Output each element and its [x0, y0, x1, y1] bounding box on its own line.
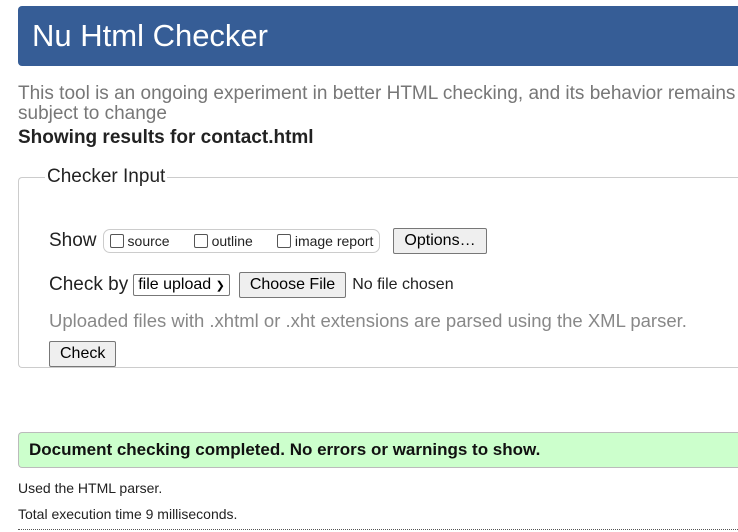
show-label: Show [49, 230, 97, 251]
show-options: source outline image report [102, 229, 381, 253]
file-status: No file chosen [352, 276, 454, 293]
page-header: Nu Html Checker [18, 6, 738, 66]
checker-input-legend: Checker Input [47, 166, 166, 187]
chevron-down-icon: ❯ [215, 280, 225, 292]
check-by-label: Check by [49, 274, 129, 295]
options-button[interactable]: Options… [393, 228, 487, 254]
image-report-checkbox[interactable]: image report [276, 233, 373, 249]
intro-text: This tool is an ongoing experiment in be… [18, 83, 736, 124]
checker-input-fieldset: Checker Input Show source outline image … [18, 166, 738, 368]
divider [18, 529, 738, 530]
outline-checkbox[interactable]: outline [193, 233, 253, 249]
xml-parser-hint: Uploaded files with .xhtml or .xht exten… [49, 310, 687, 331]
checkbox-icon[interactable] [193, 234, 208, 248]
results-heading: Showing results for contact.html [18, 127, 314, 148]
choose-file-button[interactable]: Choose File [238, 272, 347, 298]
execution-time: Total execution time 9 milliseconds. [18, 506, 238, 522]
checkbox-icon[interactable] [276, 234, 291, 248]
checkbox-icon[interactable] [109, 234, 124, 248]
check-button[interactable]: Check [49, 341, 117, 367]
source-checkbox[interactable]: source [109, 233, 170, 249]
parser-info: Used the HTML parser. [18, 480, 163, 496]
check-by-select[interactable]: file upload ❯ [133, 274, 230, 296]
success-message: Document checking completed. No errors o… [18, 432, 738, 468]
